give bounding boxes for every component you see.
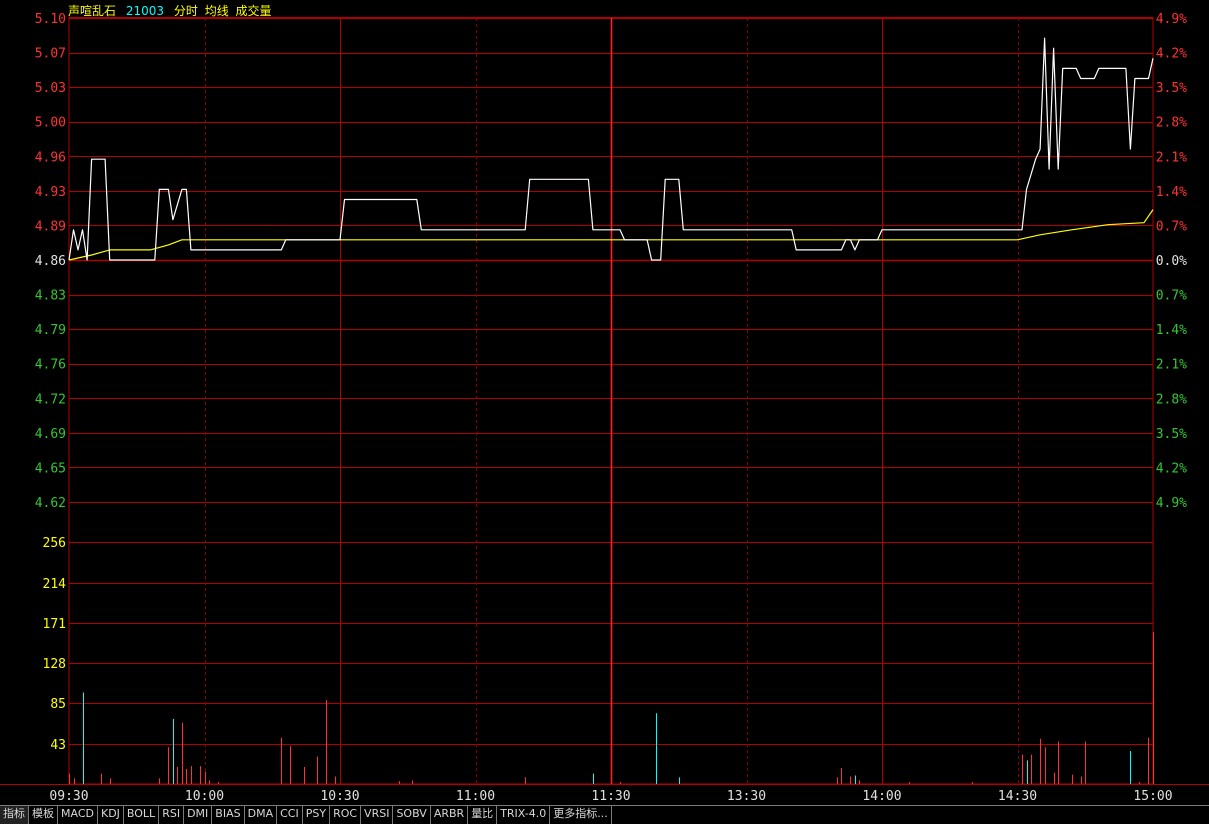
percent-tick-label: 2.1% bbox=[1156, 150, 1187, 165]
volume-tick-label: 171 bbox=[43, 617, 66, 632]
volume-label: 成交量 bbox=[235, 4, 272, 18]
price-tick-label: 4.96 bbox=[35, 150, 66, 165]
tab-5[interactable]: RSI bbox=[159, 806, 185, 824]
volume-tick-label: 85 bbox=[50, 697, 66, 712]
avg-line-label: 均线 bbox=[204, 4, 229, 18]
percent-tick-label: 1.4% bbox=[1156, 185, 1187, 200]
tab-13[interactable]: SOBV bbox=[393, 806, 431, 824]
chart-background bbox=[0, 0, 1209, 805]
tab-9[interactable]: CCI bbox=[277, 806, 303, 824]
mode-label: 分时 bbox=[173, 4, 198, 18]
tab-12[interactable]: VRSI bbox=[361, 806, 394, 824]
price-tick-label: 4.69 bbox=[35, 427, 66, 442]
tab-1[interactable]: 模板 bbox=[29, 806, 58, 824]
price-tick-label: 4.65 bbox=[35, 461, 66, 476]
stock-code: 21003 bbox=[125, 4, 165, 18]
time-tick-label: 11:30 bbox=[591, 789, 630, 804]
percent-tick-label: 3.5% bbox=[1156, 427, 1187, 442]
tab-7[interactable]: BIAS bbox=[212, 806, 245, 824]
chart-header: 声喧乱石 21003 分时 均线 成交量 bbox=[68, 2, 278, 19]
tab-14[interactable]: ARBR bbox=[431, 806, 469, 824]
stock-name: 声喧乱石 bbox=[68, 4, 117, 18]
price-tick-label: 5.07 bbox=[35, 47, 66, 62]
tab-2[interactable]: MACD bbox=[58, 806, 98, 824]
percent-tick-label: 2.1% bbox=[1156, 358, 1187, 373]
percent-tick-label: 4.2% bbox=[1156, 47, 1187, 62]
tab-17[interactable]: 更多指标... bbox=[550, 806, 612, 824]
tab-15[interactable]: 量比 bbox=[468, 806, 498, 824]
tab-16[interactable]: TRIX-4.0 bbox=[497, 806, 551, 824]
time-tick-label: 11:00 bbox=[456, 789, 495, 804]
volume-tick-label: 256 bbox=[43, 536, 66, 551]
time-tick-label: 10:30 bbox=[320, 789, 359, 804]
tab-8[interactable]: DMA bbox=[245, 806, 278, 824]
percent-tick-label: 0.0% bbox=[1156, 254, 1187, 269]
percent-tick-label: 2.8% bbox=[1156, 392, 1187, 407]
indicator-tab-bar: 指标 模板 MACD KDJ BOLL RSI DMI BIAS DMA CCI PSY ROC VRS… bbox=[0, 805, 1209, 824]
price-tick-label: 4.83 bbox=[35, 289, 66, 304]
price-tick-label: 4.86 bbox=[35, 254, 66, 269]
price-tick-label: 4.76 bbox=[35, 358, 66, 373]
price-tick-label: 4.72 bbox=[35, 392, 66, 407]
percent-tick-label: 1.4% bbox=[1156, 323, 1187, 338]
price-tick-label: 5.00 bbox=[35, 116, 66, 131]
time-tick-label: 13:30 bbox=[727, 789, 766, 804]
tab-4[interactable]: BOLL bbox=[124, 806, 160, 824]
percent-tick-label: 4.2% bbox=[1156, 461, 1187, 476]
price-tick-label: 5.03 bbox=[35, 81, 66, 96]
volume-tick-label: 214 bbox=[43, 577, 67, 592]
intraday-chart[interactable]: 5.10 5.07 5.03 5.00 4.96 4.93 4.89 4.86 4.83 4.79… bbox=[0, 0, 1209, 823]
time-tick-label: 15:00 bbox=[1133, 789, 1172, 804]
percent-tick-label: 0.7% bbox=[1156, 219, 1187, 234]
time-tick-label: 10:00 bbox=[185, 789, 224, 804]
percent-tick-label: 4.9% bbox=[1156, 12, 1187, 27]
price-tick-label: 5.10 bbox=[35, 12, 66, 27]
time-tick-label: 14:30 bbox=[998, 789, 1037, 804]
price-tick-label: 4.79 bbox=[35, 323, 66, 338]
tab-6[interactable]: DMI bbox=[184, 806, 213, 824]
tab-11[interactable]: ROC bbox=[330, 806, 362, 824]
price-tick-label: 4.62 bbox=[35, 496, 66, 511]
tab-10[interactable]: PSY bbox=[303, 806, 331, 824]
volume-tick-label: 43 bbox=[50, 738, 66, 753]
percent-tick-label: 2.8% bbox=[1156, 116, 1187, 131]
percent-tick-label: 0.7% bbox=[1156, 289, 1187, 304]
tab-3[interactable]: KDJ bbox=[98, 806, 124, 824]
percent-tick-label: 3.5% bbox=[1156, 81, 1187, 96]
price-tick-label: 4.89 bbox=[35, 219, 66, 234]
price-tick-label: 4.93 bbox=[35, 185, 66, 200]
time-tick-label: 14:00 bbox=[862, 789, 901, 804]
tab-0[interactable]: 指标 bbox=[0, 806, 29, 824]
time-tick-label: 09:30 bbox=[49, 789, 88, 804]
percent-tick-label: 4.9% bbox=[1156, 496, 1187, 511]
volume-tick-label: 128 bbox=[43, 657, 66, 672]
